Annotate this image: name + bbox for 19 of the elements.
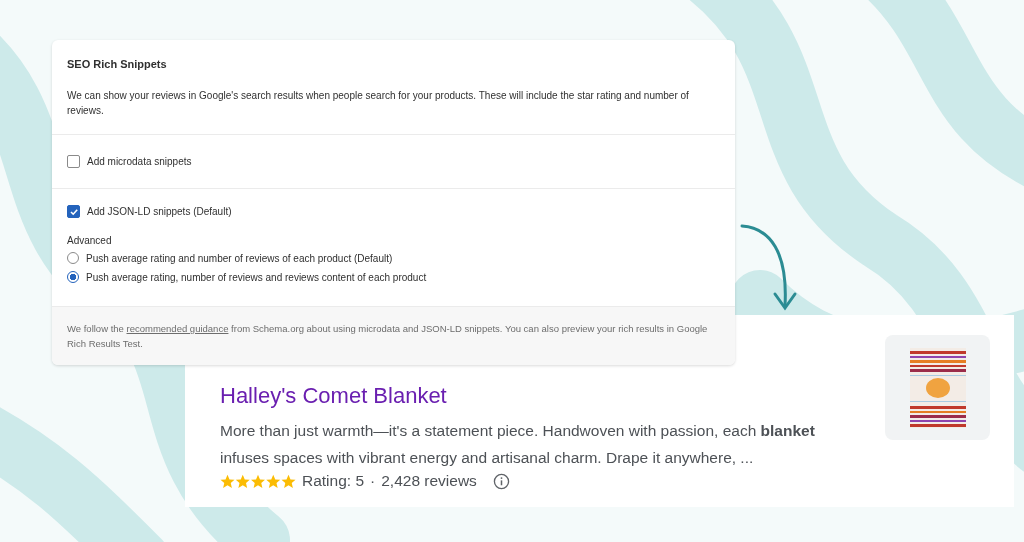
card-title: SEO Rich Snippets xyxy=(67,58,168,70)
footer-text: We follow the recommended guidance from Schema.org about using microdata and JSON-LD snippets. You can also preview your rich results in Google Rich Results Test. xyxy=(67,322,709,351)
result-title-link[interactable]: Halley's Comet Blanket xyxy=(220,383,850,409)
info-icon[interactable] xyxy=(492,472,510,490)
separator-text: · xyxy=(370,472,376,490)
checkbox[interactable] xyxy=(67,155,80,168)
radio-button[interactable] xyxy=(67,271,79,283)
description-text: We can show your reviews in Google's search results when people search for your products. These will include the star rating and number of reviews. xyxy=(67,89,690,118)
radio-label: Push average rating, number of reviews and reviews content of each product xyxy=(86,271,427,283)
radio-button[interactable] xyxy=(67,252,79,264)
radio-label: Push average rating and number of reviews of each product (Default) xyxy=(86,252,393,264)
checkbox[interactable] xyxy=(67,205,80,218)
rating-text: Rating: 5 xyxy=(302,472,365,490)
checkbox-label: Add microdata snippets xyxy=(87,156,192,167)
result-snippet: More than just warmth—it's a statement piece. Handwoven with passion, each blanket infuses spaces with vibrant energy and artisanal charm. Drape it anywhere, ... xyxy=(220,421,816,468)
guidance-link[interactable]: recommended guidance xyxy=(126,323,229,334)
section-label: Advanced xyxy=(67,235,113,246)
checkbox-label: Add JSON-LD snippets (Default) xyxy=(87,206,232,217)
reviews-count: 2,428 reviews xyxy=(381,472,477,490)
